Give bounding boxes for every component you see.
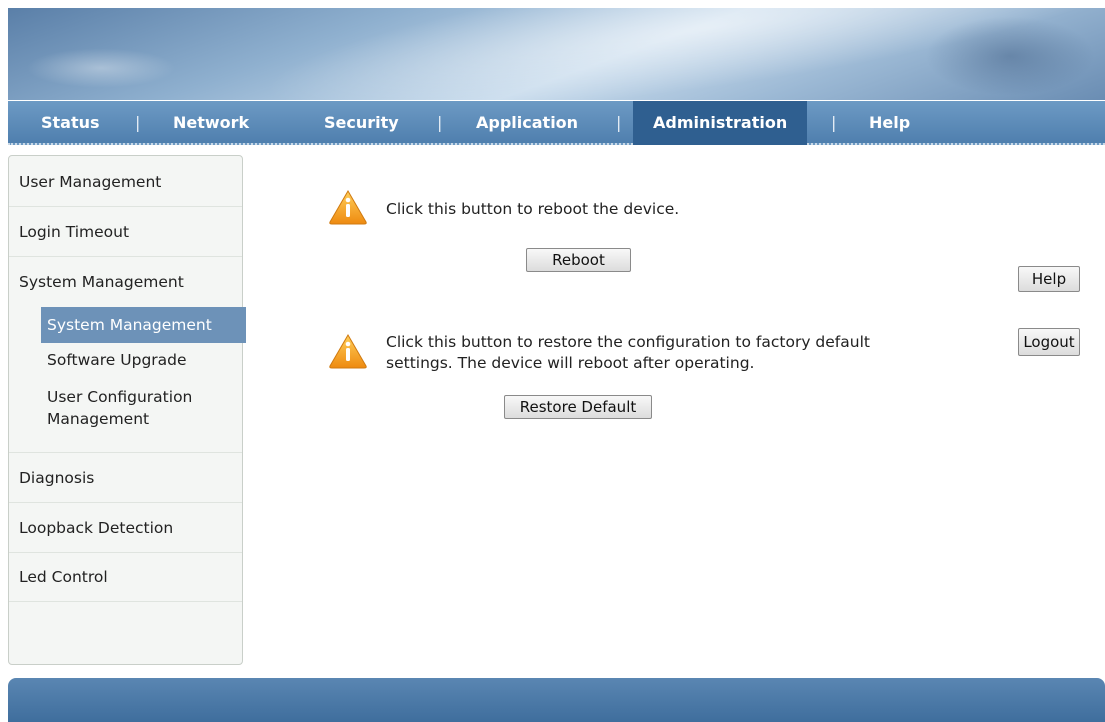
nav-tab-application[interactable]: Application: [476, 101, 578, 145]
footer-bar: [8, 678, 1105, 722]
logout-button[interactable]: Logout: [1018, 328, 1080, 356]
sidebar: User Management Login Timeout System Man…: [8, 155, 246, 665]
nav-separator: |: [437, 113, 443, 132]
nav-separator: |: [616, 113, 622, 132]
nav-tab-administration[interactable]: Administration: [633, 101, 808, 145]
sidebar-divider: [9, 601, 242, 602]
sidebar-divider: [9, 206, 242, 207]
top-nav-bar: Status | Network Security | Application …: [8, 101, 1105, 145]
nav-tab-security[interactable]: Security: [324, 101, 399, 145]
sidebar-item-system-management[interactable]: System Management: [19, 273, 184, 291]
sidebar-divider: [9, 452, 242, 453]
sidebar-subitem-software-upgrade[interactable]: Software Upgrade: [47, 349, 187, 371]
nav-tab-help[interactable]: Help: [869, 101, 910, 145]
help-button[interactable]: Help: [1018, 266, 1080, 292]
sidebar-item-diagnosis[interactable]: Diagnosis: [19, 469, 94, 487]
sidebar-item-user-management[interactable]: User Management: [19, 173, 161, 191]
sidebar-divider: [9, 256, 242, 257]
sidebar-item-led-control[interactable]: Led Control: [19, 568, 108, 586]
warning-icon: [329, 334, 367, 369]
sidebar-item-login-timeout[interactable]: Login Timeout: [19, 223, 129, 241]
header-banner: [8, 8, 1105, 100]
sidebar-item-loopback-detection[interactable]: Loopback Detection: [19, 519, 173, 537]
reboot-button[interactable]: Reboot: [526, 248, 631, 272]
sidebar-divider: [9, 502, 242, 503]
restore-default-button[interactable]: Restore Default: [504, 395, 652, 419]
nav-separator: |: [135, 113, 141, 132]
nav-tab-network[interactable]: Network: [173, 101, 249, 145]
banner-decoration-left: [26, 48, 176, 88]
nav-tab-status[interactable]: Status: [41, 101, 100, 145]
nav-separator: |: [831, 113, 837, 132]
restore-message-line2: settings. The device will reboot after o…: [386, 354, 755, 372]
sidebar-subitem-system-management[interactable]: System Management: [41, 307, 246, 343]
reboot-message: Click this button to reboot the device.: [386, 200, 680, 218]
banner-decoration-right: [925, 16, 1095, 96]
sidebar-subitem-user-configuration-management[interactable]: User Configuration Management: [47, 386, 227, 430]
sidebar-divider: [9, 552, 242, 553]
warning-icon: [329, 190, 367, 225]
restore-message-line1: Click this button to restore the configu…: [386, 333, 870, 351]
